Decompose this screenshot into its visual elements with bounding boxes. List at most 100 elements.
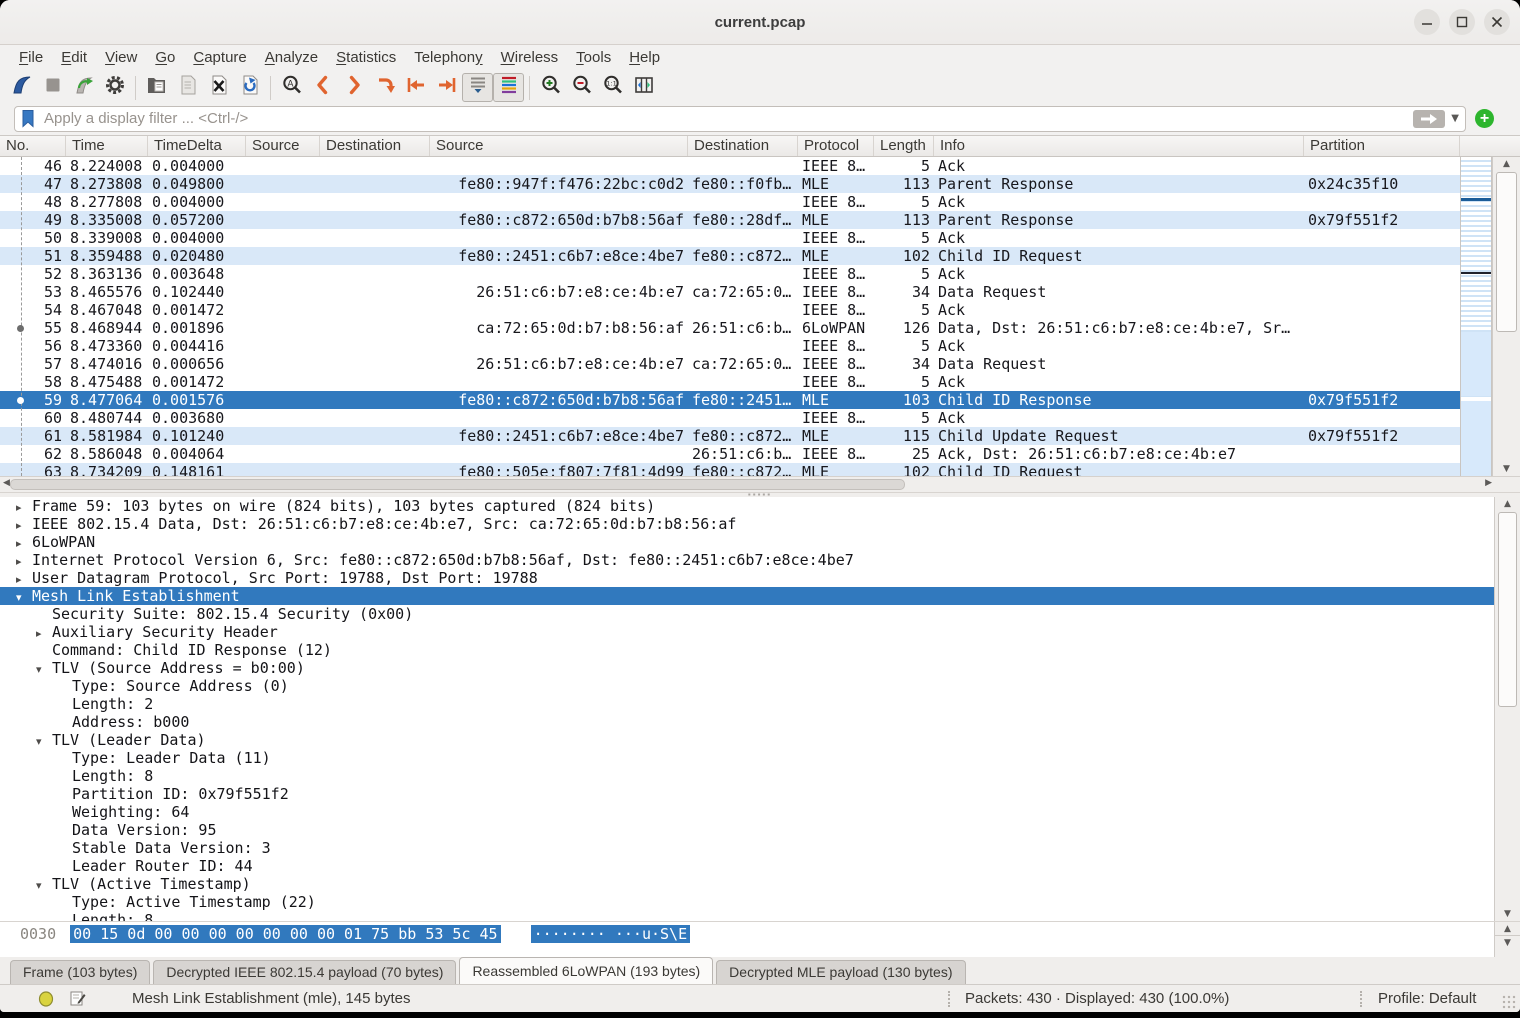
packet-row[interactable]: 518.3594880.020480fe80::2451:c6b7:e8ce:4… <box>0 247 1460 265</box>
menu-item-wireless[interactable]: Wireless <box>492 48 568 67</box>
detail-line[interactable]: ▸User Datagram Protocol, Src Port: 19788… <box>0 569 1520 587</box>
zoom-out-button[interactable] <box>566 73 597 102</box>
zoom-original-button[interactable]: 1:1 <box>597 73 628 102</box>
maximize-button[interactable] <box>1449 9 1475 35</box>
hex-bytes[interactable]: 00 15 0d 00 00 00 00 00 00 00 01 75 bb 5… <box>70 925 500 943</box>
packet-row[interactable]: 508.3390080.004000IEEE 8…5Ack <box>0 229 1460 247</box>
byte-tab-reassembled[interactable]: Reassembled 6LoWPAN (193 bytes) <box>459 957 713 984</box>
packet-row[interactable]: 488.2778080.004000IEEE 8…5Ack <box>0 193 1460 211</box>
packet-list-vscrollbar[interactable]: ▲ ▼ <box>1492 157 1520 476</box>
restart-capture-button[interactable] <box>68 73 99 102</box>
column-header-info-9[interactable]: Info <box>934 136 1304 156</box>
scroll-up-icon[interactable]: ▲ <box>1493 157 1520 171</box>
save-file-button[interactable] <box>172 73 203 102</box>
minimize-button[interactable] <box>1414 9 1440 35</box>
expand-down-icon[interactable]: ▾ <box>36 877 52 895</box>
packet-row[interactable]: 608.4807440.003680IEEE 8…5Ack <box>0 409 1460 427</box>
auto-scroll-button[interactable] <box>462 73 493 102</box>
hex-ascii[interactable]: ········ ···u·S\E <box>531 925 691 943</box>
start-capture-button[interactable] <box>6 73 37 102</box>
filter-dropdown-caret[interactable]: ▼ <box>1451 113 1459 124</box>
packet-row[interactable]: 538.4655760.10244026:51:c6:b7:e8:ce:4b:e… <box>0 283 1460 301</box>
vscroll-thumb[interactable] <box>1498 512 1517 707</box>
packet-row[interactable]: 628.5860480.00406426:51:c6:b…IEEE 8…25Ac… <box>0 445 1460 463</box>
packet-list-minimap[interactable] <box>1460 157 1492 476</box>
detail-line[interactable]: ▸Internet Protocol Version 6, Src: fe80:… <box>0 551 1520 569</box>
reload-file-button[interactable] <box>234 73 265 102</box>
detail-line[interactable]: Data Version: 95 <box>0 821 1520 839</box>
expert-info-icon[interactable] <box>38 991 54 1007</box>
menu-item-tools[interactable]: Tools <box>567 48 620 67</box>
menu-item-capture[interactable]: Capture <box>184 48 255 67</box>
byte-tab-decrypted[interactable]: Decrypted IEEE 802.15.4 payload (70 byte… <box>153 960 456 984</box>
menu-item-view[interactable]: View <box>96 48 146 67</box>
column-header-source-5[interactable]: Source <box>430 136 688 156</box>
vscroll-thumb[interactable] <box>1496 172 1517 332</box>
scroll-up-icon[interactable]: ▲ <box>1495 922 1520 936</box>
detail-line[interactable]: Partition ID: 0x79f551f2 <box>0 785 1520 803</box>
detail-line[interactable]: Leader Router ID: 44 <box>0 857 1520 875</box>
packet-row[interactable]: 618.5819840.101240fe80::2451:c6b7:e8ce:4… <box>0 427 1460 445</box>
last-packet-button[interactable] <box>431 73 462 102</box>
status-profile[interactable]: Profile: Default <box>1378 990 1476 1007</box>
zoom-in-button[interactable] <box>535 73 566 102</box>
packet-list-hscrollbar[interactable]: ◀ ▶ <box>0 476 1520 492</box>
hscroll-thumb[interactable] <box>10 479 905 490</box>
packet-bytes-pane[interactable]: 003000 15 0d 00 00 00 00 00 00 00 01 75 … <box>0 921 1520 957</box>
detail-line[interactable]: Security Suite: 802.15.4 Security (0x00) <box>0 605 1520 623</box>
detail-line[interactable]: Type: Source Address (0) <box>0 677 1520 695</box>
scroll-down-icon[interactable]: ▼ <box>1495 907 1520 921</box>
packet-row[interactable]: 498.3350080.057200fe80::c872:650d:b7b8:5… <box>0 211 1460 229</box>
expand-down-icon[interactable]: ▾ <box>36 661 52 679</box>
detail-line[interactable]: ▾TLV (Leader Data) <box>0 731 1520 749</box>
packet-row[interactable]: 558.4689440.001896ca:72:65:0d:b7:b8:56:a… <box>0 319 1460 337</box>
detail-line[interactable]: Length: 8 <box>0 911 1520 921</box>
detail-line[interactable]: Type: Leader Data (11) <box>0 749 1520 767</box>
close-file-button[interactable] <box>203 73 234 102</box>
menu-item-analyze[interactable]: Analyze <box>256 48 327 67</box>
menu-item-statistics[interactable]: Statistics <box>327 48 405 67</box>
detail-line[interactable]: ▸Frame 59: 103 bytes on wire (824 bits),… <box>0 497 1520 515</box>
goto-packet-button[interactable] <box>369 73 400 102</box>
apply-filter-button[interactable] <box>1413 110 1445 128</box>
detail-line[interactable]: ▾TLV (Source Address = b0:00) <box>0 659 1520 677</box>
previous-packet-button[interactable] <box>307 73 338 102</box>
open-file-button[interactable] <box>141 73 172 102</box>
find-packet-button[interactable]: A <box>276 73 307 102</box>
packet-row[interactable]: 548.4670480.001472IEEE 8…5Ack <box>0 301 1460 319</box>
scroll-up-icon[interactable]: ▲ <box>1495 497 1520 511</box>
colorize-button[interactable] <box>493 73 524 102</box>
detail-line[interactable]: Stable Data Version: 3 <box>0 839 1520 857</box>
detail-line[interactable]: ▾TLV (Active Timestamp) <box>0 875 1520 893</box>
detail-line[interactable]: Length: 2 <box>0 695 1520 713</box>
expand-down-icon[interactable]: ▾ <box>16 589 32 607</box>
detail-line[interactable]: Command: Child ID Response (12) <box>0 641 1520 659</box>
title-bar[interactable]: current.pcap <box>0 0 1520 45</box>
packet-row[interactable]: 638.7342090.148161fe80::505e:f807:7f81:4… <box>0 463 1460 476</box>
resize-grip[interactable] <box>1502 995 1516 1009</box>
column-header-destination-4[interactable]: Destination <box>320 136 430 156</box>
packet-row[interactable]: 528.3631360.003648IEEE 8…5Ack <box>0 265 1460 283</box>
first-packet-button[interactable] <box>400 73 431 102</box>
capture-comment-icon[interactable] <box>70 990 86 1007</box>
detail-line[interactable]: ▸6LoWPAN <box>0 533 1520 551</box>
detail-line[interactable]: Address: b000 <box>0 713 1520 731</box>
capture-options-button[interactable] <box>99 73 130 102</box>
column-header-destination-6[interactable]: Destination <box>688 136 798 156</box>
resize-columns-button[interactable] <box>628 73 659 102</box>
column-header-partition-10[interactable]: Partition <box>1304 136 1460 156</box>
column-header-time-1[interactable]: Time <box>66 136 148 156</box>
column-header-protocol-7[interactable]: Protocol <box>798 136 874 156</box>
next-packet-button[interactable] <box>338 73 369 102</box>
bytes-vscrollbar[interactable]: ▲ ▼ <box>1494 922 1520 957</box>
menu-item-help[interactable]: Help <box>620 48 669 67</box>
display-filter-input[interactable]: Apply a display filter ... <Ctrl-/> ▼ <box>14 106 1466 132</box>
packet-row[interactable]: 568.4733600.004416IEEE 8…5Ack <box>0 337 1460 355</box>
bookmark-icon[interactable] <box>21 109 36 128</box>
column-header-no-0[interactable]: No. <box>0 136 66 156</box>
detail-line[interactable]: Weighting: 64 <box>0 803 1520 821</box>
scroll-right-icon[interactable]: ▶ <box>1485 478 1492 488</box>
menu-item-telephony[interactable]: Telephony <box>405 48 491 67</box>
detail-vscrollbar[interactable]: ▲ ▼ <box>1494 497 1520 921</box>
scroll-down-icon[interactable]: ▼ <box>1495 936 1520 950</box>
